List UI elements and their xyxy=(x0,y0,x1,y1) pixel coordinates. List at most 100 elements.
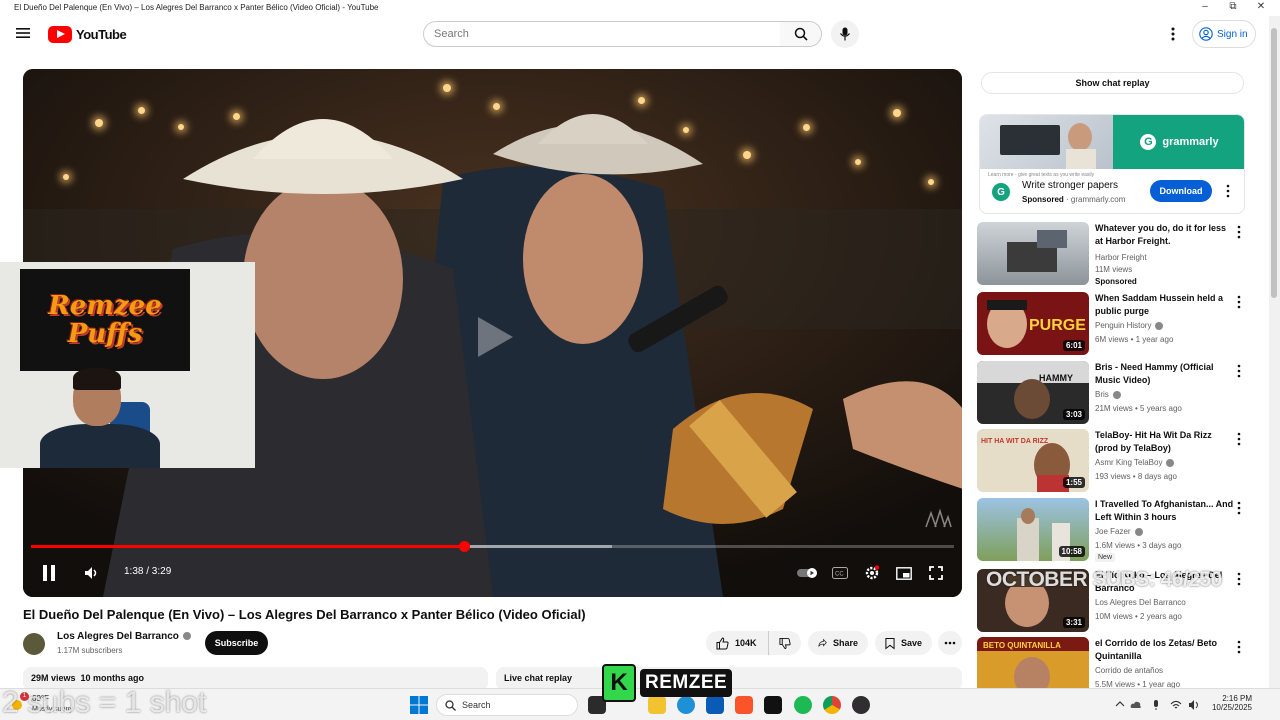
gear-icon xyxy=(865,565,880,580)
recommendation-channel[interactable]: Penguin History xyxy=(1095,321,1164,330)
new-badge: New xyxy=(1095,553,1116,562)
taskbar-search-label: Search xyxy=(462,700,491,710)
voice-search-button[interactable] xyxy=(831,20,859,48)
streamer-body xyxy=(40,424,160,468)
recommendation-channel[interactable]: Harbor Freight xyxy=(1095,253,1147,262)
channel-avatar[interactable] xyxy=(23,633,45,655)
ad-brand-banner[interactable]: G grammarly xyxy=(1113,115,1244,169)
recommendation-kebab-icon[interactable] xyxy=(1235,224,1243,240)
speaker-icon[interactable] xyxy=(1188,699,1200,711)
channel-name[interactable]: Los Alegres Del Barranco xyxy=(57,631,191,642)
search-button[interactable] xyxy=(780,21,822,47)
recommendation-title[interactable]: TelaBoy- Hit Ha Wit Da Rizz (prod by Tel… xyxy=(1095,429,1235,455)
taskbar-search[interactable]: Search xyxy=(436,694,578,716)
search-input[interactable]: Search xyxy=(423,21,781,47)
maximize-button[interactable]: ⧉ xyxy=(1218,0,1248,14)
recommendation-item[interactable]: 10:58 I Travelled To Afghanistan... And … xyxy=(977,498,1247,562)
recommendation-meta: 11M views xyxy=(1095,265,1133,274)
minimize-button[interactable]: – xyxy=(1190,0,1220,14)
ad-download-button[interactable]: Download xyxy=(1150,180,1212,202)
obs-studio-icon[interactable] xyxy=(852,696,870,714)
recommendation-title[interactable]: Whatever you do, do it for less at Harbo… xyxy=(1095,222,1235,248)
recommendation-channel-text[interactable]: Asmr King TelaBoy xyxy=(1095,458,1162,467)
video-duration: 3:31 xyxy=(1062,617,1085,628)
recommendation-item[interactable]: PURGE 6:01 When Saddam Hussein held a pu… xyxy=(977,292,1247,356)
thumbnail-art xyxy=(1007,230,1067,272)
video-thumbnail[interactable] xyxy=(977,222,1089,285)
subscribe-button[interactable]: Subscribe xyxy=(205,631,268,655)
recommendation-channel[interactable]: Bris xyxy=(1095,390,1121,399)
thumbs-up-icon xyxy=(716,636,729,649)
app-icon[interactable] xyxy=(764,696,782,714)
tray-expand-chevron-icon[interactable] xyxy=(1115,700,1125,708)
more-actions-button[interactable] xyxy=(938,631,962,655)
save-button[interactable]: Save xyxy=(875,631,932,655)
recommendation-item[interactable]: HIT HA WIT DA RIZZ 1:55 TelaBoy- Hit Ha … xyxy=(977,429,1247,493)
verified-icon xyxy=(182,632,191,641)
recommendation-title[interactable]: When Saddam Hussein held a public purge xyxy=(1095,292,1235,318)
video-thumbnail[interactable]: HIT HA WIT DA RIZZ 1:55 xyxy=(977,429,1089,492)
volume-button[interactable] xyxy=(80,561,104,585)
channel-watermark-icon[interactable] xyxy=(923,505,953,531)
recommendation-item[interactable]: Whatever you do, do it for less at Harbo… xyxy=(977,222,1247,286)
channel-name-text[interactable]: Los Alegres Del Barranco xyxy=(57,631,179,642)
ad-kebab-icon[interactable] xyxy=(1224,183,1232,199)
recommendation-kebab-icon[interactable] xyxy=(1235,294,1243,310)
recommendation-channel[interactable]: Los Alegres Del Barranco xyxy=(1095,598,1186,607)
recommendation-channel[interactable]: Asmr King TelaBoy xyxy=(1095,458,1175,467)
settings-kebab-icon[interactable] xyxy=(1166,25,1180,43)
spotify-icon[interactable] xyxy=(794,696,812,714)
like-button[interactable]: 104K xyxy=(706,631,768,655)
recommendation-kebab-icon[interactable] xyxy=(1235,500,1243,516)
windows-start-icon[interactable] xyxy=(410,696,428,714)
miniplayer-button[interactable] xyxy=(893,561,915,585)
recommendation-channel-text[interactable]: Bris xyxy=(1095,390,1109,399)
close-button[interactable]: ✕ xyxy=(1246,0,1276,14)
share-button[interactable]: Share xyxy=(808,631,868,655)
recommendation-channel[interactable]: Corrido de antaños xyxy=(1095,666,1163,675)
recommendation-item[interactable]: BETO QUINTANILLA el Corrido de los Zetas… xyxy=(977,637,1247,688)
recommendation-kebab-icon[interactable] xyxy=(1235,431,1243,447)
svg-text:CC: CC xyxy=(835,572,844,578)
show-chat-replay-button[interactable]: Show chat replay xyxy=(981,72,1244,94)
video-thumbnail[interactable]: PURGE 6:01 xyxy=(977,292,1089,355)
recommendation-kebab-icon[interactable] xyxy=(1235,571,1243,587)
progress-scrubber-handle[interactable] xyxy=(458,541,470,552)
pause-button[interactable] xyxy=(37,561,61,585)
recommendation-channel-text[interactable]: Joe Fazer xyxy=(1095,527,1131,536)
recommendation-meta: 6M views • 1 year ago xyxy=(1095,335,1174,344)
recommendation-kebab-icon[interactable] xyxy=(1235,363,1243,379)
page-scrollbar[interactable] xyxy=(1269,16,1280,688)
fullscreen-button[interactable] xyxy=(925,561,947,585)
ad-image[interactable] xyxy=(980,115,1113,169)
youtube-logo[interactable]: YouTube xyxy=(48,24,127,44)
recommendation-title[interactable]: I Travelled To Afghanistan... And Left W… xyxy=(1095,498,1235,524)
video-thumbnail[interactable]: 10:58 xyxy=(977,498,1089,561)
hamburger-menu-icon[interactable] xyxy=(16,26,30,40)
recommendation-channel-text[interactable]: Penguin History xyxy=(1095,321,1151,330)
autoplay-toggle[interactable] xyxy=(796,561,820,585)
settings-button[interactable] xyxy=(861,561,883,585)
ad-title[interactable]: Write stronger papers xyxy=(1022,180,1118,191)
recommendation-title[interactable]: Bris - Need Hammy (Official Music Video) xyxy=(1095,361,1235,387)
recommendation-title[interactable]: el Corrido de los Zetas/ Beto Quintanill… xyxy=(1095,637,1235,663)
progress-played xyxy=(31,545,464,548)
dislike-button[interactable] xyxy=(768,631,801,655)
wifi-icon[interactable] xyxy=(1170,699,1182,711)
sign-in-button[interactable]: Sign in xyxy=(1192,20,1256,48)
progress-bar[interactable] xyxy=(31,541,954,552)
recommendation-kebab-icon[interactable] xyxy=(1235,639,1243,655)
onedrive-icon[interactable] xyxy=(1130,699,1142,711)
taskbar-clock[interactable]: 2:16 PM 10/25/2025 xyxy=(1208,694,1252,712)
scrollbar-thumb[interactable] xyxy=(1271,28,1277,298)
ad-domain: grammarly.com xyxy=(1070,195,1126,204)
taskbar-search-icon xyxy=(445,699,456,711)
chrome-icon[interactable] xyxy=(823,696,841,714)
recommendation-item[interactable]: HAMMY 3:03 Bris - Need Hammy (Official M… xyxy=(977,361,1247,425)
recommendation-channel[interactable]: Joe Fazer xyxy=(1095,527,1143,536)
sponsored-ad-card[interactable]: G grammarly Learn more - give great text… xyxy=(979,114,1245,214)
video-thumbnail[interactable]: BETO QUINTANILLA xyxy=(977,637,1089,688)
microphone-tray-icon[interactable] xyxy=(1150,699,1162,711)
video-thumbnail[interactable]: HAMMY 3:03 xyxy=(977,361,1089,424)
captions-button[interactable]: CC xyxy=(829,561,851,585)
